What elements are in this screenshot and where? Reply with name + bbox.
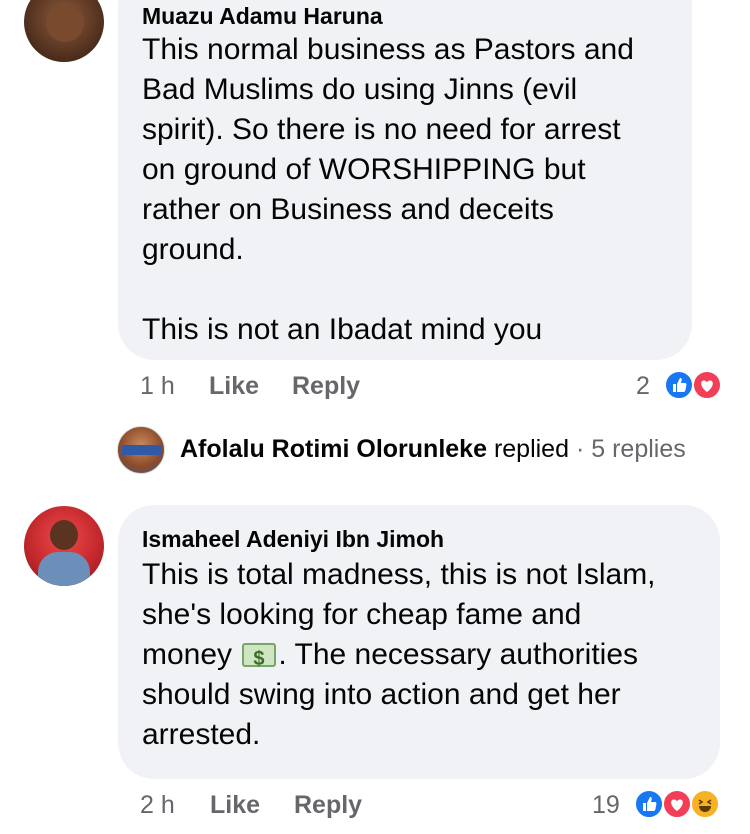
love-icon: [662, 789, 692, 819]
reply-button[interactable]: Reply: [292, 372, 360, 401]
replied-label: replied: [493, 435, 569, 463]
love-icon: [692, 370, 722, 400]
replies-count-link[interactable]: 5 replies: [591, 435, 686, 463]
avatar[interactable]: [24, 506, 104, 586]
like-icon: [664, 370, 694, 400]
like-icon: [634, 789, 664, 819]
comment-timestamp[interactable]: 1 h: [140, 372, 175, 401]
avatar[interactable]: [24, 0, 104, 62]
comment-timestamp[interactable]: 2 h: [140, 791, 175, 820]
avatar: [117, 426, 165, 474]
like-button[interactable]: Like: [210, 791, 260, 820]
haha-icon: [690, 789, 720, 819]
comment-bubble: Muazu Adamu Haruna This normal business …: [118, 0, 692, 360]
reply-button[interactable]: Reply: [294, 791, 362, 820]
comment-text: This normal business as Pastors and Bad …: [142, 33, 634, 346]
comment-text: This is total madness, this is not Islam…: [142, 555, 712, 755]
separator: ·: [575, 435, 585, 463]
money-with-wings-icon: [242, 639, 277, 679]
reaction-count: 2: [636, 372, 650, 400]
comment-author[interactable]: Ismaheel Adeniyi Ibn Jimoh: [142, 525, 444, 553]
reaction-count: 19: [592, 791, 620, 819]
comment-bubble: Ismaheel Adeniyi Ibn Jimoh This is total…: [118, 505, 720, 779]
like-button[interactable]: Like: [209, 372, 259, 401]
replier-name[interactable]: Afolalu Rotimi Olorunleke: [180, 435, 487, 463]
comment-author[interactable]: Muazu Adamu Haruna: [142, 2, 383, 30]
